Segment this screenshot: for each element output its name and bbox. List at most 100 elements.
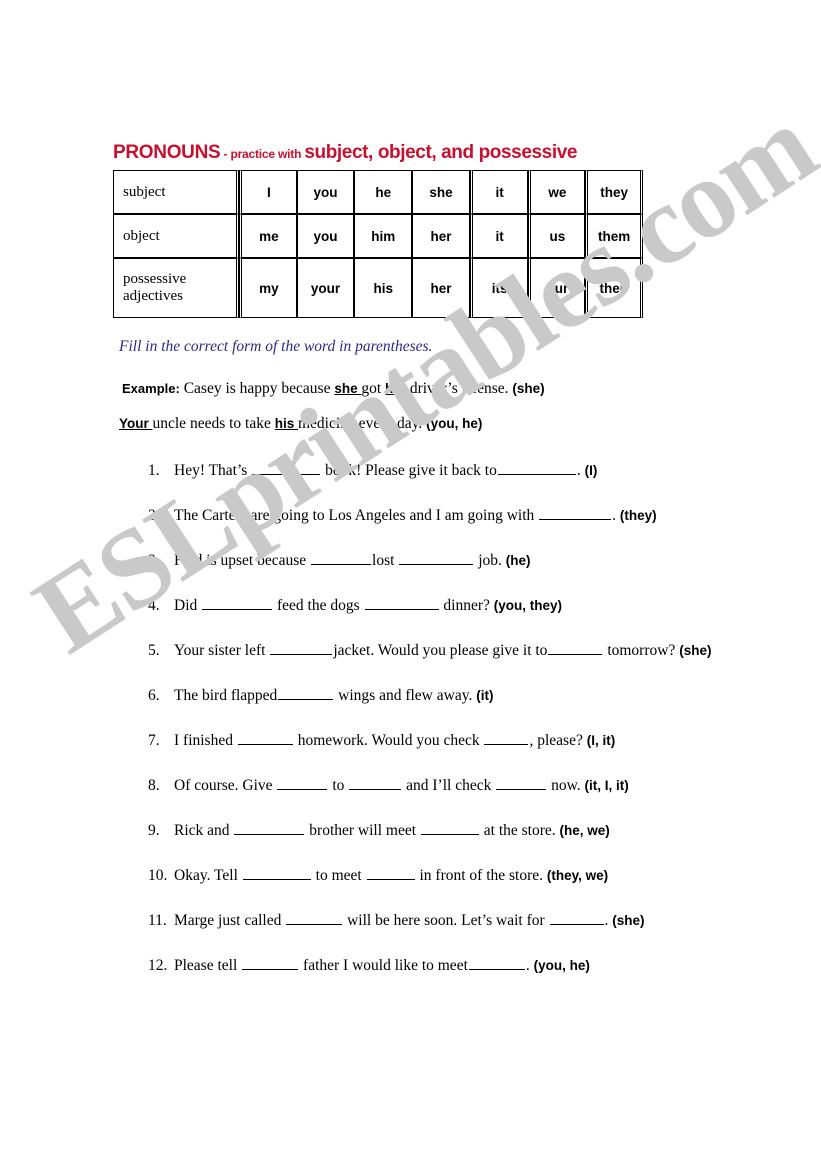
answer-blank[interactable] [539, 506, 612, 520]
answer-blank[interactable] [366, 866, 415, 880]
question-text: Of course. Give [174, 777, 277, 794]
answer-blank[interactable] [484, 731, 529, 745]
cell-possessive-6: our [527, 258, 586, 318]
question-text: Rick and [174, 822, 234, 839]
cell-possessive-3: his [354, 258, 413, 318]
answer-blank[interactable] [497, 461, 576, 475]
question-number: 4. [148, 597, 160, 614]
question-cue: (I, it) [586, 733, 616, 748]
question-item: 8. Of course. Give to and I’ll check now.… [148, 776, 629, 794]
question-text: . [525, 957, 534, 974]
cell-subject-2: you [296, 170, 355, 214]
example-text-between: got [361, 380, 386, 397]
question-text: now. [547, 777, 585, 794]
cell-possessive-2: your [296, 258, 355, 318]
question-text: jacket. Would you please give it to [333, 642, 548, 659]
question-cue: (she) [612, 913, 645, 928]
answer-blank[interactable] [242, 866, 311, 880]
question-text: tomorrow? [603, 642, 680, 659]
question-text: Did [174, 597, 202, 614]
question-item: 9. Rick and brother will meet at the stor… [148, 821, 610, 839]
question-number: 6. [148, 687, 160, 704]
question-number: 8. [148, 777, 160, 794]
question-text: . [612, 507, 620, 524]
question-text: feed the dogs [273, 597, 364, 614]
answer-blank[interactable] [277, 776, 328, 790]
cell-object-7: them [585, 214, 643, 258]
question-item: 1. Hey! That’s book! Please give it back … [148, 461, 597, 479]
answer-blank[interactable] [286, 911, 343, 925]
answer-blank[interactable] [234, 821, 305, 835]
question-number: 11. [148, 912, 167, 929]
question-text: , please? [529, 732, 587, 749]
question-text: Fred is upset because [174, 552, 311, 569]
cell-possessive-7: their [585, 258, 643, 318]
title-main: PRONOUNS [113, 142, 221, 163]
question-item: 5. Your sister left jacket. Would you ple… [148, 641, 711, 659]
pronoun-reference-table: subject I you he she it we they object m… [113, 170, 643, 318]
question-item: 10. Okay. Tell to meet in front of the st… [148, 866, 608, 884]
cell-possessive-5: its [469, 258, 528, 318]
answer-blank[interactable] [242, 956, 299, 970]
question-number: 10. [148, 867, 168, 884]
answer-blank[interactable] [270, 641, 333, 655]
answer-blank[interactable] [202, 596, 273, 610]
question-cue: (it, I, it) [584, 778, 629, 793]
answer-blank[interactable] [364, 596, 439, 610]
cell-object-1: me [239, 214, 297, 258]
question-cue: (he) [505, 553, 531, 568]
answer-blank[interactable] [237, 731, 293, 745]
question-number: 2. [148, 507, 160, 524]
question-text: The Carters are going to Los Angeles and… [174, 507, 539, 524]
page-title: PRONOUNS - practice with subject, object… [113, 142, 653, 164]
example-label: Example: [122, 381, 180, 396]
cell-object-5: it [469, 214, 528, 258]
question-item: 7. I finished homework. Would you check ,… [148, 731, 615, 749]
cell-object-4: her [412, 214, 470, 258]
example-sentence: Example: Casey is happy because she got … [122, 381, 545, 397]
question-text: to [328, 777, 349, 794]
title-tail: subject, object, and possessive [304, 142, 578, 163]
answer-blank[interactable] [252, 461, 321, 475]
practice-sentence: Your uncle needs to take his medicine ev… [119, 416, 482, 432]
row-label-object: object [113, 214, 239, 258]
answer-blank[interactable] [549, 911, 604, 925]
cell-object-2: you [296, 214, 355, 258]
row-label-possessive: possessive adjectives [113, 258, 239, 318]
practice-answer-2: his [274, 416, 298, 431]
title-subtext: - practice with [220, 147, 305, 161]
cell-subject-4: she [412, 170, 470, 214]
answer-blank[interactable] [496, 776, 547, 790]
question-text: brother will meet [305, 822, 420, 839]
cell-subject-6: we [527, 170, 586, 214]
question-cue: (he, we) [559, 823, 610, 838]
question-number: 5. [148, 642, 160, 659]
practice-text-2: medicine every day. [298, 415, 427, 432]
example-answer-1: she [334, 381, 362, 396]
question-number: 9. [148, 822, 160, 839]
question-item: 6. The bird flapped wings and flew away. … [148, 686, 493, 704]
question-number: 1. [148, 462, 160, 479]
question-text: to meet [311, 867, 366, 884]
cell-object-3: him [354, 214, 413, 258]
row-label-possessive-line2: adjectives [123, 288, 183, 304]
practice-text-1: uncle needs to take [152, 415, 275, 432]
example-text-before: Casey is happy because [179, 380, 335, 397]
question-text: The bird flapped [174, 687, 278, 704]
worksheet-page: PRONOUNS - practice with subject, object… [0, 0, 821, 1169]
question-text: Hey! That’s [174, 462, 252, 479]
answer-blank[interactable] [311, 551, 372, 565]
answer-blank[interactable] [278, 686, 334, 700]
answer-blank[interactable] [349, 776, 402, 790]
practice-answer-1: Your [119, 416, 153, 431]
question-item: 12. Please tell father I would like to me… [148, 956, 590, 974]
instruction-text: Fill in the correct form of the word in … [119, 338, 433, 355]
answer-blank[interactable] [399, 551, 474, 565]
question-text: Okay. Tell [174, 867, 242, 884]
question-item: 2. The Carters are going to Los Angeles a… [148, 506, 657, 524]
answer-blank[interactable] [468, 956, 525, 970]
answer-blank[interactable] [420, 821, 479, 835]
cell-subject-5: it [469, 170, 528, 214]
question-text: father I would like to meet [299, 957, 468, 974]
answer-blank[interactable] [548, 641, 603, 655]
